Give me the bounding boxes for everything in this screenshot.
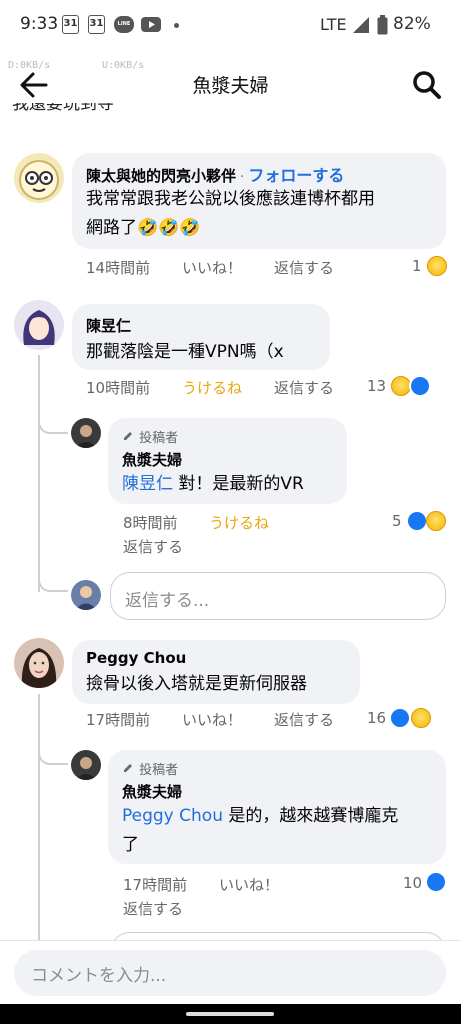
reply-placeholder: 返信する... [125,591,210,611]
mention-link[interactable]: 陳昱仁 [122,474,173,494]
badge-label: 投稿者 [139,431,179,446]
reaction-count[interactable]: 5 [392,512,402,530]
page-title: 魚漿夫婦 [192,75,269,97]
comment-author[interactable]: 魚漿夫婦 [122,449,182,470]
avatar[interactable] [71,750,101,780]
comment-placeholder: コメントを入力... [31,966,167,986]
comment-header: 陳太與她的閃亮小夥伴 · フォローする [86,166,345,185]
comment-author[interactable]: 魚漿夫婦 [122,781,182,802]
youtube-icon [141,17,161,32]
thread-line [38,355,40,592]
like-link[interactable]: いいね！ [182,709,242,730]
comment-text-line: Peggy Chou 是的，越來越賽博龐克 [122,802,440,831]
reply-link[interactable]: 返信する [123,898,183,919]
calendar-icon: 31 [62,15,79,34]
like-reaction-icon [389,707,411,729]
like-link[interactable]: いいね！ [182,257,242,278]
thread-elbow [38,741,68,765]
haha-reaction-link[interactable]: うけるね [182,377,242,398]
reaction-count[interactable]: 1 [412,257,422,275]
comment-time: 8時間前 [123,514,178,532]
comment-text: 那觀落陰是一種VPN嗎（x [86,342,284,362]
comment-author[interactable]: 陳昱仁 [86,315,131,336]
reaction-count[interactable]: 13 [367,377,386,395]
haha-reaction-icon [426,511,446,531]
net-speed-up: U:0KB/s [102,60,145,71]
system-nav-bar [0,1004,461,1024]
mention-link[interactable]: Peggy Chou [122,806,223,826]
haha-reaction-icon [427,256,447,276]
calendar-icon: 31 [88,15,105,34]
comment-text-body: 對！是最新的VR [173,474,304,494]
thread-elbow [38,410,68,434]
status-bar: 9:33 31 31 LINE LTE 82% [0,0,461,50]
badge-label: 投稿者 [139,763,179,778]
avatar[interactable] [14,300,64,350]
comment-text: 撿骨以後入塔就是更新伺服器 [86,674,307,694]
status-time: 9:33 [20,14,59,34]
pencil-icon [122,427,134,446]
battery-icon [377,15,388,39]
follow-link[interactable]: フォローする [248,166,344,185]
thread-elbow [38,568,68,592]
more-notifications-dot-icon [174,23,179,28]
comment-text: 陳昱仁 對！是最新的VR [122,470,304,499]
pencil-icon [122,759,134,778]
haha-reaction-link[interactable]: うけるね [209,512,269,533]
avatar[interactable] [14,638,64,688]
reaction-count[interactable]: 16 [367,709,386,727]
thread-line [38,694,40,944]
avatar [71,580,101,610]
comment-author[interactable]: Peggy Chou [86,649,186,667]
comment-text: Peggy Chou 是的，越來越賽博龐克 了 [122,802,440,860]
clipped-previous-comment: 我還要玩到寺 [12,103,114,114]
battery-percent: 82% [393,14,431,34]
author-badge: 投稿者 [122,759,178,778]
reply-link[interactable]: 返信する [123,536,183,557]
reply-link[interactable]: 返信する [274,709,334,730]
network-type: LTE [320,15,347,34]
search-icon[interactable] [411,69,443,101]
haha-reaction-icon [391,376,411,396]
like-reaction-icon [406,510,428,532]
comment-text-line: 我常常跟我老公說以後應該連博杯都用 [86,189,375,209]
line-app-icon: LINE [114,16,134,33]
like-reaction-icon [409,375,431,397]
comment-time: 14時間前 [86,259,151,277]
avatar[interactable] [71,418,101,448]
comment-text-line: 網路了🤣🤣🤣 [86,218,201,238]
comment-author[interactable]: 陳太與她的閃亮小夥伴 [86,167,236,185]
reply-link[interactable]: 返信する [274,377,334,398]
avatar[interactable] [14,153,64,203]
comment-text-body: 是的，越來越賽博龐克 [222,806,399,826]
haha-reaction-icon [411,708,431,728]
reaction-count[interactable]: 10 [403,874,422,892]
home-gesture-handle[interactable] [186,1012,274,1016]
like-reaction-icon [425,871,447,893]
comment-text-line: 了 [122,835,139,855]
signal-icon [352,16,370,38]
comment-time: 10時間前 [86,379,151,397]
comment-time: 17時間前 [123,876,188,894]
reply-link[interactable]: 返信する [274,257,334,278]
comment-text: 我常常跟我老公說以後應該連博杯都用 網路了🤣🤣🤣 [86,185,436,243]
like-link[interactable]: いいね！ [219,874,279,895]
comment-time: 17時間前 [86,711,151,729]
author-badge: 投稿者 [122,427,178,446]
